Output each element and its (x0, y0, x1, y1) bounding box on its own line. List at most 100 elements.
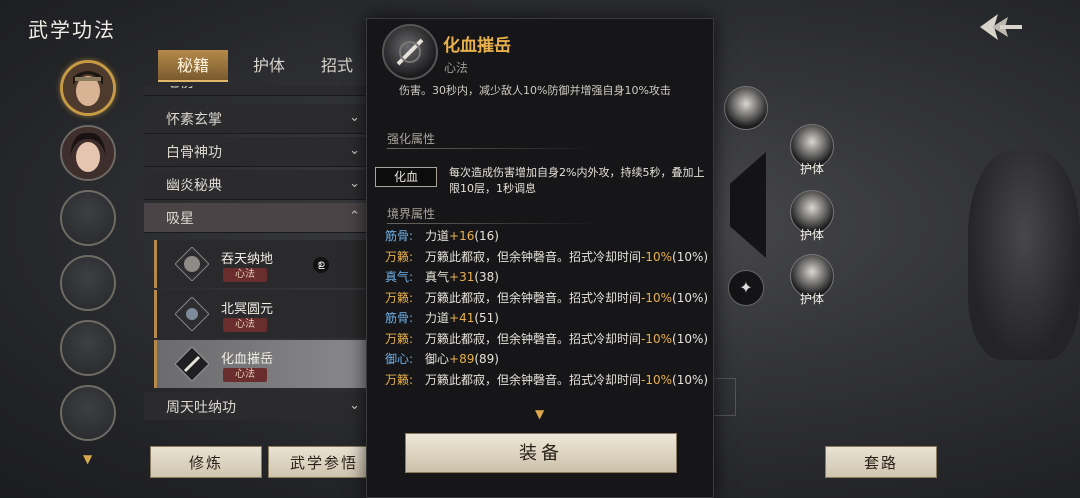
category-label: 七伤 (166, 86, 194, 92)
attribute-row: 万籁: 万籁此都寂，但余钟磬音。招式冷却时间-10%(10%) (385, 371, 708, 388)
category-row[interactable]: 幽炎秘典 ⌄ (144, 170, 370, 200)
avatar-female[interactable] (60, 125, 116, 181)
skill-item[interactable]: 北冥圆元 心法 (154, 290, 376, 338)
skill-tag: 心法 (223, 368, 267, 382)
avatar-male[interactable] (60, 60, 116, 116)
skill-icon (174, 346, 210, 382)
chevron-down-icon[interactable]: ▼ (83, 452, 92, 466)
attribute-text: 万籁此都寂，但余钟磬音。招式冷却时间 (425, 372, 642, 387)
attribute-bonus: +16 (449, 229, 475, 243)
attribute-text: 御心 (425, 352, 450, 366)
skill-type: 心法 (444, 61, 469, 75)
attribute-key: 万籁: (385, 249, 414, 264)
attribute-bonus: -10% (641, 290, 673, 305)
attribute-key: 筋骨: (385, 229, 414, 243)
attribute-bonus: +31 (449, 270, 475, 284)
attribute-key: 御心: (385, 352, 414, 366)
avatar-empty[interactable] (60, 190, 116, 246)
category-label: 周天吐纳功 (166, 400, 236, 416)
attribute-total: (51) (474, 311, 499, 325)
attribute-total: (10%) (672, 249, 709, 264)
compass-icon[interactable]: ✦ (728, 270, 764, 306)
attribute-total: (10%) (672, 290, 709, 305)
attribute-bonus: +41 (449, 311, 475, 325)
category-label: 怀素玄掌 (166, 112, 222, 128)
skill-description: 伤害。30秒内，减少敌人10%防御并增强自身10%攻击 (399, 84, 671, 97)
equipped-skill-icon[interactable] (724, 86, 768, 130)
category-label: 幽炎秘典 (166, 178, 222, 194)
character-statue (968, 150, 1080, 360)
skill-title: 化血摧岳 (443, 36, 511, 56)
skill-item-selected[interactable]: 化血摧岳 心法 (154, 340, 376, 388)
enhance-badge: 化血 (375, 167, 437, 187)
attribute-bonus: -10% (641, 331, 673, 346)
attribute-text: 力道 (425, 311, 450, 325)
attribute-row: 万籁: 万籁此都寂，但余钟磬音。招式冷却时间-10%(10%) (385, 330, 708, 347)
category-label: 白骨神功 (166, 145, 222, 161)
chevron-down-icon[interactable]: ▼ (535, 407, 544, 421)
attribute-key: 万籁: (385, 331, 414, 346)
tab-huti[interactable]: 护体 (234, 50, 304, 82)
skill-tag: 心法 (223, 268, 267, 282)
attribute-key: 万籁: (385, 372, 414, 387)
skill-icon (174, 296, 210, 332)
attribute-bonus: -10% (641, 249, 673, 264)
avatar-empty[interactable] (60, 320, 116, 376)
set-button[interactable]: 套路 (825, 446, 937, 478)
huti-label: 护体 (800, 292, 825, 306)
skill-detail-popup: 化血摧岳 心法 伤害。30秒内，减少敌人10%防御并增强自身10%攻击 强化属性… (366, 18, 714, 498)
huti-label: 护体 (800, 162, 825, 176)
back-arrow-icon[interactable] (978, 10, 1024, 44)
skill-name: 吞天纳地 (221, 252, 274, 267)
category-row[interactable]: 七伤 ⌄ (144, 86, 370, 96)
huti-label: 护体 (800, 228, 825, 242)
category-row-expanded[interactable]: 吸星 ⌃ (144, 203, 370, 233)
attribute-text: 力道 (425, 229, 450, 243)
attribute-key: 真气: (385, 270, 414, 284)
attribute-total: (10%) (672, 331, 709, 346)
attribute-bonus: +89 (449, 352, 475, 366)
skill-tag: 心法 (223, 318, 267, 332)
avatar-face (62, 127, 114, 179)
attribute-total: (38) (474, 270, 499, 284)
skill-name: 北冥圆元 (221, 302, 274, 317)
attribute-row: 御心: 御心+89(89) (385, 350, 499, 367)
attribute-row: 真气: 真气+31(38) (385, 268, 499, 285)
spiral-icon: ഉ (313, 257, 329, 273)
attribute-row: 万籁: 万籁此都寂，但余钟磬音。招式冷却时间-10%(10%) (385, 289, 708, 306)
category-label: 吸星 (166, 211, 194, 227)
skill-icon (174, 246, 210, 282)
equip-button[interactable]: 装备 (405, 433, 677, 473)
chevron-down-icon: ⌄ (349, 110, 360, 125)
attribute-text: 万籁此都寂，但余钟磬音。招式冷却时间 (425, 290, 642, 305)
chevron-up-icon: ⌃ (349, 209, 360, 224)
tab-zhaoshi[interactable]: 招式 (314, 50, 360, 82)
attribute-row: 万籁: 万籁此都寂，但余钟磬音。招式冷却时间-10%(10%) (385, 248, 708, 265)
realm-header: 境界属性 (387, 205, 597, 224)
boot-slot[interactable] (730, 152, 766, 258)
attribute-text: 万籁此都寂，但余钟磬音。招式冷却时间 (425, 331, 642, 346)
attribute-total: (10%) (672, 372, 709, 387)
category-row[interactable]: 怀素玄掌 ⌄ (144, 104, 370, 134)
skill-category-list: 七伤 ⌄ 怀素玄掌 ⌄ 白骨神功 ⌄ 幽炎秘典 ⌄ 吸星 ⌃ 吞天纳地 心法 ഉ… (144, 86, 376, 420)
avatar-face (63, 63, 113, 113)
avatar-empty[interactable] (60, 255, 116, 311)
chevron-down-icon: ⌄ (349, 176, 360, 191)
avatar-empty[interactable] (60, 385, 116, 441)
attribute-key: 万籁: (385, 290, 414, 305)
attribute-bonus: -10% (641, 372, 673, 387)
enhance-header: 强化属性 (387, 130, 597, 149)
attribute-total: (16) (474, 229, 499, 243)
page-title: 武学功法 (28, 18, 116, 42)
comprehend-button[interactable]: 武学参悟 (268, 446, 380, 478)
enhance-text: 每次造成伤害增加自身2%内外攻，持续5秒，叠加上限10层，1秒调息 (449, 166, 705, 195)
category-row[interactable]: 白骨神功 ⌄ (144, 137, 370, 167)
attribute-text: 真气 (425, 270, 450, 284)
skill-item[interactable]: 吞天纳地 心法 ഉ (154, 240, 376, 288)
tab-miji[interactable]: 秘籍 (158, 50, 228, 82)
attribute-row: 筋骨: 力道+16(16) (385, 227, 499, 244)
cultivate-button[interactable]: 修炼 (150, 446, 262, 478)
character-list (60, 60, 120, 450)
category-row[interactable]: 周天吐纳功 ⌄ (144, 392, 370, 420)
chevron-down-icon: ⌄ (349, 398, 360, 413)
